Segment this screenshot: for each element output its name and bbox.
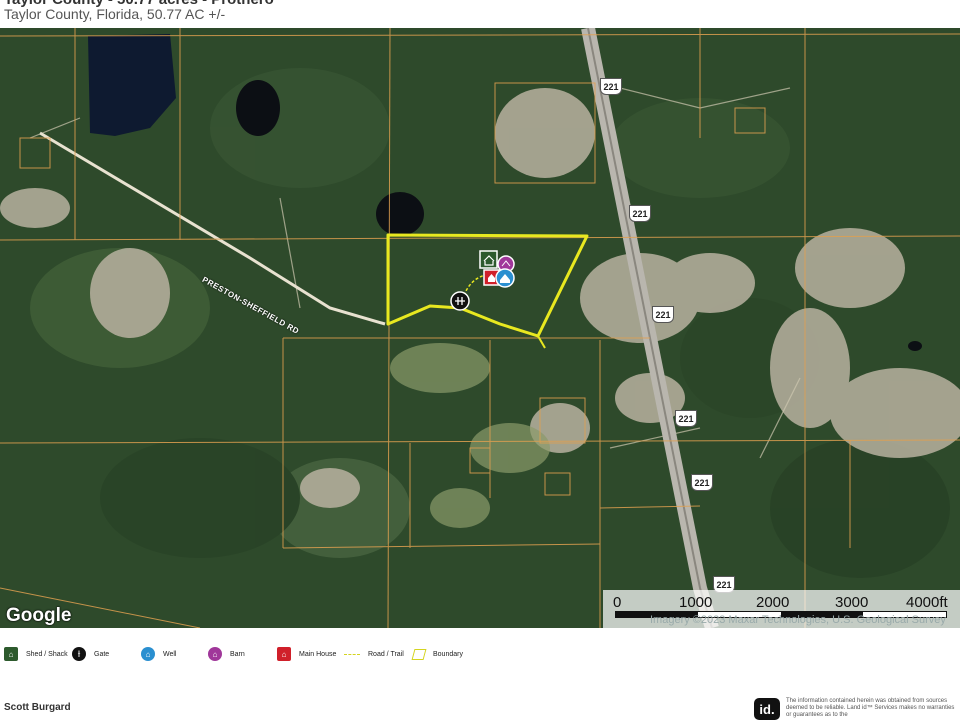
shield-number: 221 — [632, 208, 648, 219]
legend-item-gate: ⫲ Gate — [72, 646, 109, 662]
legend-item-road-trail: Road / Trail — [344, 646, 404, 662]
scale-label: 1000 — [679, 594, 713, 611]
shield-number: 221 — [678, 413, 694, 424]
scale-label: 3000 — [835, 594, 869, 611]
scale-label: 2000 — [756, 594, 790, 611]
page-subtitle: Taylor County, Florida, 50.77 AC +/- — [4, 6, 226, 22]
legend-label: Well — [163, 650, 177, 658]
scale-label: 4000ft — [906, 594, 948, 611]
shed-icon[interactable] — [479, 250, 498, 269]
agent-name: Scott Burgard — [4, 702, 71, 713]
legend-label: Road / Trail — [368, 650, 404, 658]
highway-shield-221: 221 — [675, 410, 697, 427]
legend-item-well: ⌂ Well — [141, 646, 176, 662]
map-header: Taylor County - 50.77 acres - Prothero T… — [0, 0, 960, 28]
legend-label: Shed / Shack — [26, 650, 68, 658]
google-logo: Google — [6, 605, 72, 626]
map-legend: ⌂ Shed / Shack ⫲ Gate ⌂ Well ⌂ Barn ⌂ Ma… — [0, 640, 960, 668]
legend-label: Boundary — [433, 650, 463, 658]
highway-shield-221: 221 — [600, 78, 622, 95]
land-id-logo: id. — [754, 698, 780, 720]
legend-label: Barn — [230, 650, 245, 658]
well-icon[interactable] — [495, 268, 515, 288]
house-icon: ⌂ — [277, 647, 291, 661]
legend-item-barn: ⌂ Barn — [208, 646, 245, 662]
legend-item-shed: ⌂ Shed / Shack — [4, 646, 68, 662]
shield-number: 221 — [716, 579, 732, 590]
map-canvas — [0, 28, 960, 628]
satellite-map[interactable]: PRESTON-SHEFFIELD RD 221 221 221 221 221… — [0, 28, 960, 628]
shed-icon: ⌂ — [4, 647, 18, 661]
well-icon: ⌂ — [141, 647, 155, 661]
shield-number: 221 — [694, 477, 710, 488]
legend-label: Gate — [94, 650, 110, 658]
shield-number: 221 — [655, 309, 671, 320]
legend-label: Main House — [299, 650, 337, 658]
highway-shield-221: 221 — [629, 205, 651, 222]
gate-icon: ⫲ — [72, 647, 86, 661]
shield-number: 221 — [603, 81, 619, 92]
highway-shield-221: 221 — [691, 474, 713, 491]
disclaimer-text: The information contained herein was obt… — [786, 698, 955, 718]
trail-icon — [344, 653, 360, 655]
map-attribution: Imagery ©2023 Maxar Technologies, U.S. G… — [650, 614, 946, 626]
highway-shield-221: 221 — [652, 306, 674, 323]
legend-item-boundary: Boundary — [411, 646, 463, 662]
scale-label: 0 — [613, 594, 622, 611]
legend-item-main-house: ⌂ Main House — [277, 646, 336, 662]
barn-icon: ⌂ — [208, 647, 222, 661]
gate-icon[interactable] — [450, 291, 470, 311]
boundary-icon — [411, 648, 427, 660]
